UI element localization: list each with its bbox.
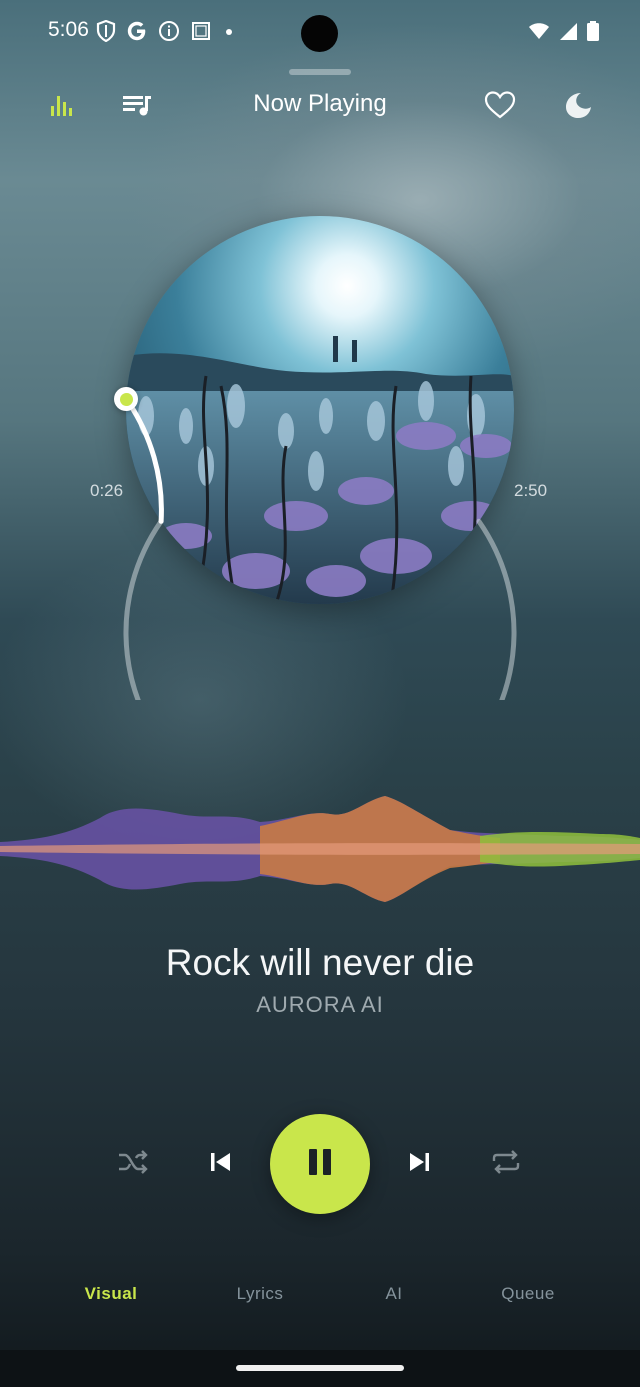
moon-icon[interactable] [561,88,595,122]
tab-queue[interactable]: Queue [501,1284,555,1304]
tab-visual[interactable]: Visual [85,1284,138,1304]
previous-icon [206,1148,234,1181]
elapsed-time: 0:26 [90,481,124,500]
battery-icon [586,20,600,47]
camera-cutout [301,15,338,52]
bottom-tab-bar: Visual Lyrics AI Queue [0,1284,640,1308]
pause-icon [303,1145,337,1184]
heart-icon[interactable] [483,88,517,122]
repeat-button[interactable] [482,1140,530,1188]
tab-ai[interactable]: AI [385,1284,402,1304]
audio-visualizer [0,796,640,902]
shield-icon [96,19,116,47]
next-icon [406,1148,434,1181]
artist-name: AURORA AI [256,992,384,1017]
sheet-drag-handle[interactable] [289,69,351,75]
next-button[interactable] [396,1140,444,1188]
info-icon [158,20,180,47]
status-left-icons [96,19,236,47]
home-indicator[interactable] [236,1365,404,1371]
previous-button[interactable] [196,1140,244,1188]
pause-button[interactable] [270,1114,370,1214]
screenshot-icon [190,20,212,47]
repeat-icon [489,1147,523,1182]
page-title: Now Playing [253,90,387,117]
signal-icon [558,21,578,46]
wifi-icon [528,21,550,46]
song-title: Rock will never die [165,942,475,983]
tab-lyrics[interactable]: Lyrics [237,1284,284,1304]
shuffle-button[interactable] [109,1140,157,1188]
status-right-icons [528,20,600,47]
shuffle-icon [116,1147,150,1182]
duration-time: 2:50 [514,481,548,500]
status-time: 5:06 [48,18,89,41]
dot-icon [222,20,236,47]
google-g-icon [126,20,148,47]
album-art[interactable] [126,216,514,604]
